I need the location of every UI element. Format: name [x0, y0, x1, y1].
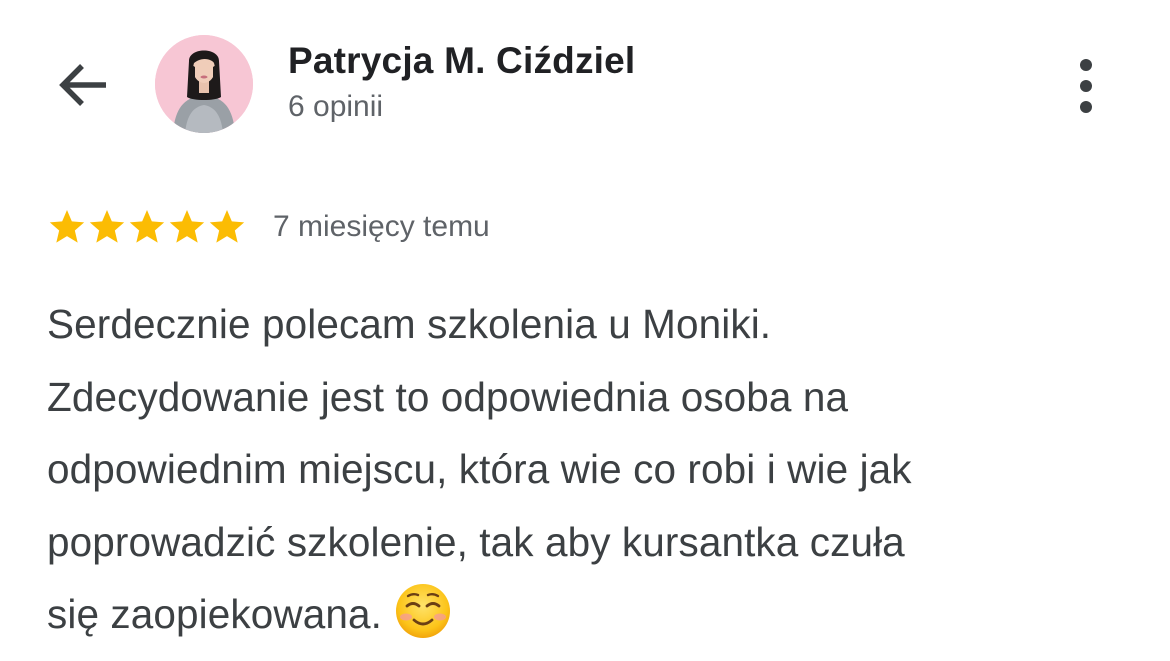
review-text-segment: się zaopiekowana.	[47, 591, 382, 637]
reviewer-name[interactable]: Patrycja M. Ciździel	[288, 40, 635, 82]
back-button[interactable]	[50, 55, 116, 115]
smiling-face-icon	[395, 584, 450, 638]
star-icon	[209, 210, 245, 243]
star-rating	[47, 207, 247, 247]
avatar[interactable]	[155, 35, 253, 133]
star-icon	[129, 210, 165, 243]
more-vertical-icon	[1080, 59, 1092, 113]
more-options-button[interactable]	[1062, 55, 1110, 117]
star-icon	[89, 210, 125, 243]
rating-row: 7 miesięcy temu	[47, 204, 490, 250]
arrow-left-icon	[59, 64, 106, 106]
review-header: Patrycja M. Ciździel 6 opinii	[0, 0, 1170, 150]
star-icon	[49, 210, 85, 243]
star-icon	[169, 210, 205, 243]
review-text-line: Zdecydowanie jest to odpowiednia osoba n…	[47, 373, 849, 420]
review-count: 6 opinii	[288, 90, 384, 123]
review-text-line-last: się zaopiekowana.	[47, 578, 1132, 651]
reviewer-photo	[155, 35, 253, 133]
review-date: 7 miesięcy temu	[273, 210, 490, 243]
review-text-line: Serdecznie polecam szkolenia u Moniki.	[47, 301, 772, 347]
review-text: Serdecznie polecam szkolenia u Moniki. Z…	[47, 288, 1132, 651]
review-text-line: poprowadzić szkolenie, tak aby kursantka…	[47, 518, 905, 565]
review-text-line: odpowiednim miejscu, która wie co robi i…	[47, 446, 912, 492]
